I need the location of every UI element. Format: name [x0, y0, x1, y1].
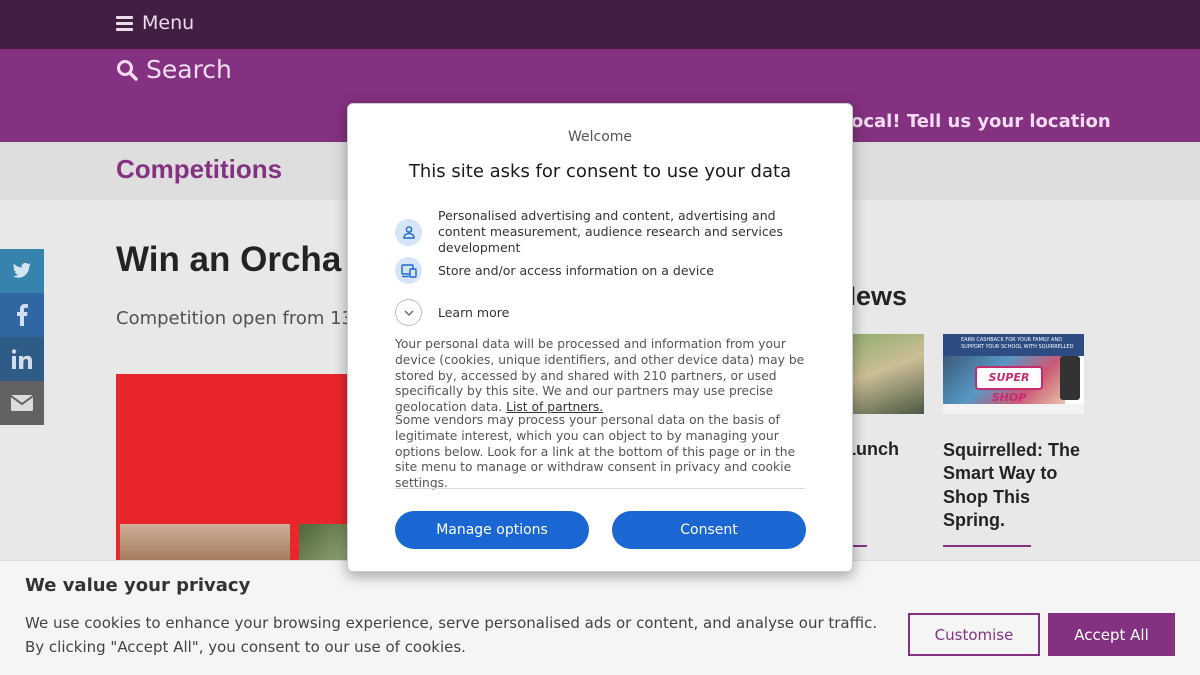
consent-button[interactable]: Consent — [612, 511, 806, 549]
consent-paragraph: Some vendors may process your personal d… — [395, 413, 796, 491]
consent-welcome: Welcome — [567, 129, 633, 145]
learn-more-toggle[interactable]: Learn more — [395, 299, 509, 326]
consent-purpose-item: Store and/or access information on a dev… — [395, 257, 808, 284]
manage-options-button[interactable]: Manage options — [395, 511, 589, 549]
chevron-down-icon — [395, 299, 422, 326]
consent-purpose-item: Personalised advertising and content, ad… — [395, 208, 808, 256]
consent-paragraph: Your personal data will be processed and… — [395, 337, 809, 416]
consent-purpose-label: Personalised advertising and content, ad… — [438, 208, 783, 255]
consent-divider — [395, 488, 805, 489]
learn-more-label: Learn more — [438, 305, 510, 320]
person-icon — [395, 218, 422, 246]
consent-heading: This site asks for consent to use your d… — [408, 161, 792, 182]
consent-dialog: Welcome This site asks for consent to us… — [347, 103, 853, 572]
device-icon — [395, 257, 422, 284]
consent-purpose-label: Store and/or access information on a dev… — [438, 262, 714, 278]
